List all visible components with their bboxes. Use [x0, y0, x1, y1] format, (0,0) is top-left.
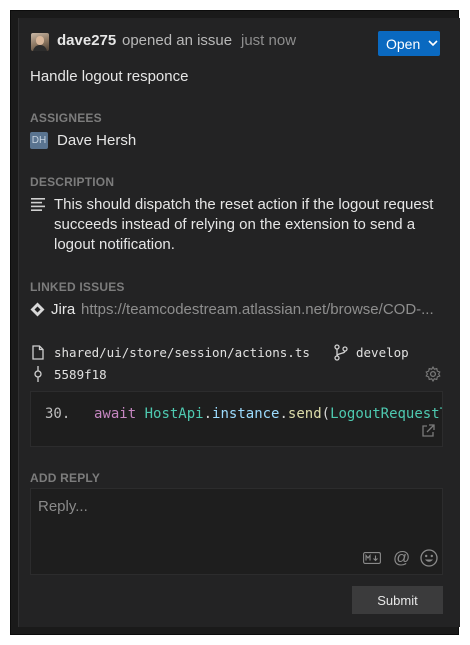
code-dot: . [279, 406, 288, 422]
assignees-label: ASSIGNEES [30, 111, 102, 125]
gear-icon[interactable] [425, 366, 441, 382]
branch-name: develop [356, 345, 409, 360]
status-dropdown-button[interactable]: Open [378, 31, 440, 56]
file-icon [32, 345, 44, 360]
status-label: Open [386, 35, 421, 52]
issue-title: Handle logout responce [30, 68, 189, 85]
issue-panel: dave275 opened an issue just now Open Ha… [18, 18, 460, 627]
linked-issue-link[interactable]: https://teamcodestream.atlassian.net/bro… [81, 301, 456, 318]
chevron-down-icon [428, 40, 438, 47]
code-dot: . [203, 406, 213, 422]
code-property: instance [212, 406, 280, 422]
emoji-icon[interactable] [420, 549, 438, 567]
line-number: 30. [45, 406, 71, 422]
description-label: DESCRIPTION [30, 175, 115, 189]
code-line: await HostApi.instance.send(LogoutReques… [94, 406, 442, 422]
description-text: This should dispatch the reset action if… [54, 196, 434, 253]
author-username[interactable]: dave275 [57, 32, 116, 49]
at-icon[interactable]: @ [393, 548, 410, 568]
action-text: opened an issue [122, 32, 233, 49]
add-reply-label: ADD REPLY [30, 471, 101, 485]
submit-button[interactable]: Submit [352, 586, 443, 614]
open-external-icon[interactable] [421, 424, 435, 438]
description-icon [31, 198, 45, 211]
commit-sha[interactable]: 5589f18 [54, 367, 107, 382]
linked-issue-provider: Jira [51, 301, 76, 318]
code-function: send [287, 406, 322, 422]
timestamp: just now [241, 32, 297, 49]
markdown-icon[interactable] [363, 552, 381, 564]
commit-icon [34, 366, 42, 382]
assignee-name: Dave Hersh [57, 132, 137, 149]
code-argument: LogoutRequestTy [330, 406, 442, 422]
avatar[interactable] [31, 33, 49, 51]
code-class: HostApi [144, 406, 204, 422]
code-keyword: await [94, 406, 137, 422]
file-path[interactable]: shared/ui/store/session/actions.ts [54, 345, 310, 360]
code-block: 30. await HostApi.instance.send(LogoutRe… [30, 391, 443, 447]
reply-box: @ [30, 488, 443, 575]
jira-icon [30, 302, 45, 317]
branch-icon [334, 344, 348, 361]
code-paren: ( [321, 406, 331, 422]
linked-issues-label: LINKED ISSUES [30, 280, 125, 294]
assignee-avatar: DH [30, 132, 48, 149]
